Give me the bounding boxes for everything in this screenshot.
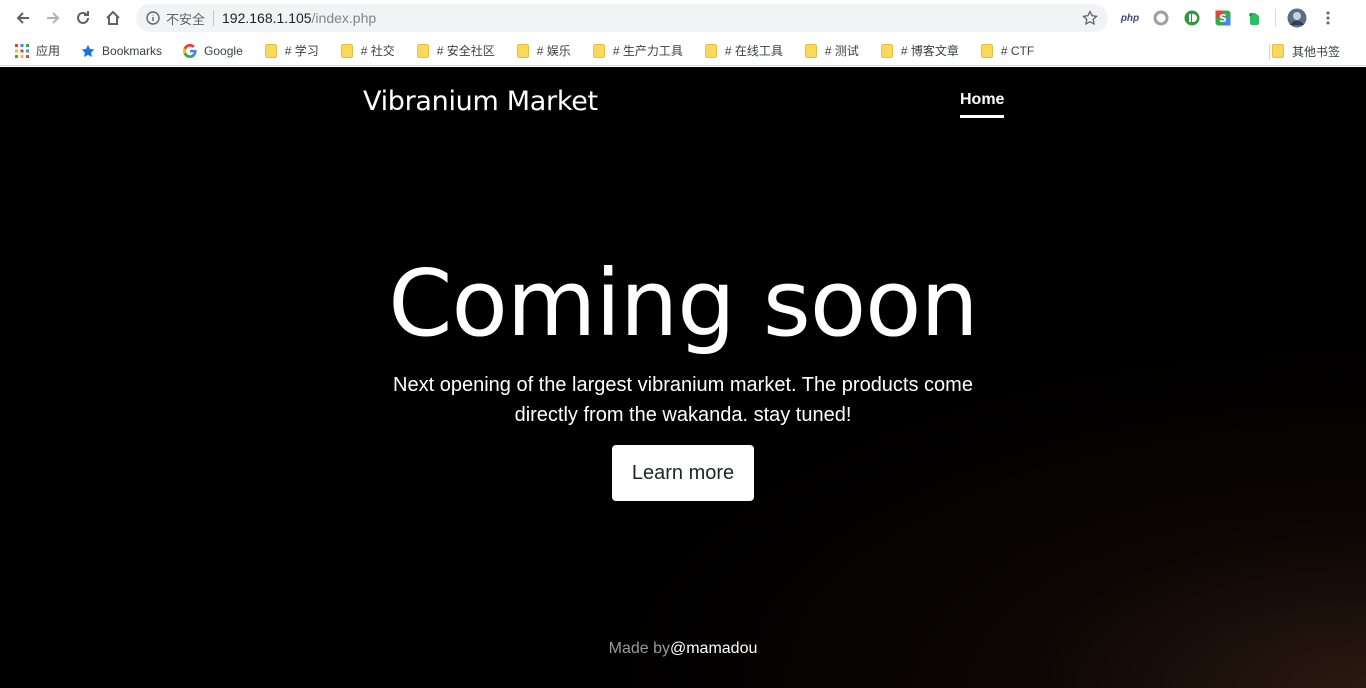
url-host[interactable]: 192.168.1.105 bbox=[222, 10, 312, 26]
apps-grid-icon bbox=[14, 43, 30, 59]
green-d-extension-icon[interactable] bbox=[1182, 8, 1202, 28]
bookmark-label: # 学习 bbox=[284, 44, 319, 58]
folder-icon bbox=[339, 43, 355, 59]
home-button[interactable] bbox=[98, 3, 128, 33]
arrow-right-icon bbox=[47, 12, 60, 24]
footer-prefix: Made by bbox=[608, 640, 670, 657]
folder-icon bbox=[591, 43, 607, 59]
bookmark-label: # 生产力工具 bbox=[612, 44, 683, 58]
folder-icon bbox=[803, 43, 819, 59]
footer-author-link[interactable]: @mamadou bbox=[670, 640, 757, 657]
s-extension-icon[interactable]: S bbox=[1213, 8, 1233, 28]
bookmark-label: Bookmarks bbox=[102, 43, 163, 58]
google-icon bbox=[182, 43, 198, 59]
bookmark-folder-security[interactable]: # 安全社区 bbox=[411, 39, 499, 63]
bookmark-folder-ctf[interactable]: # CTF bbox=[975, 39, 1038, 63]
folder-icon bbox=[703, 43, 719, 59]
bookmark-folder-entertainment[interactable]: # 娱乐 bbox=[511, 39, 575, 63]
bookmark-label: # CTF bbox=[1000, 43, 1035, 58]
bookmark-label: # 博客文章 bbox=[900, 44, 959, 58]
bookmark-folder-testing[interactable]: # 测试 bbox=[799, 39, 863, 63]
arrow-left-icon bbox=[16, 12, 29, 24]
svg-text:S: S bbox=[1219, 12, 1227, 25]
bookmark-folder-study[interactable]: # 学习 bbox=[259, 39, 323, 63]
bookmark-label: # 测试 bbox=[824, 44, 859, 58]
php-extension-label: php bbox=[1120, 12, 1140, 24]
folder-icon bbox=[979, 43, 995, 59]
bookmark-label: # 安全社区 bbox=[436, 44, 495, 58]
menu-kebab-icon[interactable] bbox=[1318, 8, 1338, 28]
bookmark-label: # 娱乐 bbox=[536, 44, 571, 58]
learn-more-button[interactable]: Learn more bbox=[612, 445, 754, 501]
address-bar[interactable]: 不安全 192.168.1.105/index.php bbox=[136, 4, 1108, 32]
site-brand[interactable]: Vibranium Market bbox=[363, 86, 598, 117]
page-viewport: Vibranium Market Home Coming soon Next o… bbox=[0, 67, 1366, 688]
bookmark-folder-productivity[interactable]: # 生产力工具 bbox=[587, 39, 687, 63]
toolbar-divider bbox=[1275, 9, 1276, 27]
star-icon bbox=[80, 43, 96, 59]
bookmark-label: # 在线工具 bbox=[724, 44, 783, 58]
info-icon bbox=[146, 11, 160, 25]
circle-extension-icon[interactable] bbox=[1151, 8, 1171, 28]
folder-icon bbox=[415, 43, 431, 59]
security-label[interactable]: 不安全 bbox=[166, 9, 205, 28]
reload-button[interactable] bbox=[68, 3, 98, 33]
forward-button[interactable] bbox=[38, 3, 68, 33]
bookmark-other[interactable]: 其他书签 bbox=[1266, 39, 1344, 63]
url-path[interactable]: /index.php bbox=[312, 10, 377, 26]
bookmark-apps[interactable]: 应用 bbox=[10, 39, 64, 63]
profile-avatar-icon[interactable] bbox=[1287, 8, 1307, 28]
hero-title: Coming soon bbox=[388, 250, 978, 357]
bookmark-label: # 社交 bbox=[360, 44, 395, 58]
php-icon[interactable]: php bbox=[1120, 8, 1140, 28]
bookmark-folder-online-tools[interactable]: # 在线工具 bbox=[699, 39, 787, 63]
bookmark-folder-blog[interactable]: # 博客文章 bbox=[875, 39, 963, 63]
bookmarks-bar: 应用 Bookmarks Google # 学习 # 社交 # 安全社区 # 娱… bbox=[0, 36, 1366, 66]
evernote-icon[interactable] bbox=[1244, 8, 1264, 28]
home-icon bbox=[106, 10, 120, 25]
folder-icon bbox=[263, 43, 279, 59]
bookmark-folder-social[interactable]: # 社交 bbox=[335, 39, 399, 63]
hero-lead: Next opening of the largest vibranium ma… bbox=[393, 374, 973, 426]
bookmark-label: 应用 bbox=[36, 44, 61, 58]
nav-home-link[interactable]: Home bbox=[960, 91, 1005, 118]
bookmark-bookmarks[interactable]: Bookmarks bbox=[76, 39, 166, 63]
browser-toolbar: 不安全 192.168.1.105/index.php php S bbox=[0, 0, 1366, 36]
footer: Made by@mamadou bbox=[0, 640, 1366, 658]
back-button[interactable] bbox=[8, 3, 38, 33]
bookmark-star-icon[interactable] bbox=[1082, 10, 1098, 26]
bookmark-label: 其他书签 bbox=[1291, 44, 1340, 59]
bookmark-label: Google bbox=[204, 43, 243, 58]
folder-icon bbox=[879, 43, 895, 59]
extensions-area: php S bbox=[1120, 8, 1338, 28]
bookmark-google[interactable]: Google bbox=[178, 39, 247, 63]
folder-icon bbox=[515, 43, 531, 59]
reload-icon bbox=[77, 11, 89, 24]
folder-icon bbox=[1270, 43, 1286, 59]
omnibox-divider bbox=[213, 10, 215, 26]
